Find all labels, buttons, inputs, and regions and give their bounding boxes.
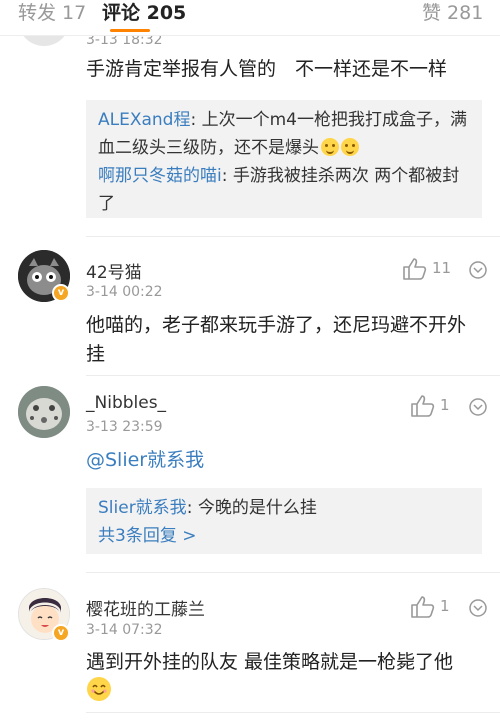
reply-box[interactable]: ALEXand程: 上次一个m4一枪把我打成盒子，满血二级头三级防，还不是爆头 … [86, 100, 482, 218]
reply-box[interactable]: Slier就系我: 今晚的是什么挂 共3条回复 > [86, 488, 482, 554]
reply-item: 啊那只冬菇的喵i: 手游我被挂杀两次 两个都被封了 [98, 162, 470, 218]
username[interactable]: _Nibbles_ [86, 393, 166, 413]
more-icon[interactable] [468, 598, 488, 618]
reply-author[interactable]: ALEXand程 [98, 110, 190, 130]
comment-text: 遇到开外挂的队友 最佳策略就是一枪毙了他 [86, 648, 482, 677]
comment-text: 手游肯定举报有人管的 不一样还是不一样 [86, 58, 448, 80]
divider [86, 572, 500, 573]
like-icon[interactable] [410, 394, 436, 418]
more-icon[interactable] [468, 397, 488, 417]
comment-time: 3-14 07:32 [86, 622, 163, 638]
more-icon[interactable] [468, 260, 488, 280]
comment-text: 他喵的，老子都来玩手游了，还尼玛避不开外挂 [86, 314, 467, 365]
comment-text-content: 遇到开外挂的队友 最佳策略就是一枪毙了他 [86, 651, 454, 673]
view-replies-link[interactable]: 共3条回复 > [98, 522, 470, 550]
divider [86, 712, 500, 713]
vip-badge-icon: v [52, 284, 70, 302]
like-count: 1 [440, 396, 450, 414]
reply-author[interactable]: Slier就系我 [98, 498, 187, 518]
snow-leopard-avatar-icon [18, 386, 70, 438]
divider [86, 236, 500, 237]
comment-tabs: 转发 17 评论 205 赞 281 [0, 0, 500, 36]
divider [86, 375, 500, 376]
tab-repost[interactable]: 转发 17 [18, 1, 86, 25]
laugh-cry-emoji-icon [341, 138, 359, 156]
reply-item: Slier就系我: 今晚的是什么挂 [98, 494, 470, 522]
reply-author[interactable]: 啊那只冬菇的喵i [98, 166, 222, 186]
comment-time: 3-14 00:22 [86, 284, 163, 300]
reply-item: ALEXand程: 上次一个m4一枪把我打成盒子，满血二级头三级防，还不是爆头 [98, 106, 470, 162]
vip-badge-icon: v [52, 624, 70, 642]
username[interactable]: 42号猫 [86, 258, 142, 283]
reply-text: : 今晚的是什么挂 [186, 498, 317, 518]
comment-mention[interactable]: @Slier就系我 [86, 446, 482, 475]
tab-likes[interactable]: 赞 281 [422, 1, 483, 25]
laugh-cry-emoji-icon [321, 138, 339, 156]
tab-comments[interactable]: 评论 205 [102, 1, 186, 25]
active-tab-indicator [110, 29, 150, 32]
like-icon[interactable] [402, 257, 428, 281]
like-count: 1 [440, 597, 450, 615]
smile-emoji-icon [87, 677, 111, 701]
avatar[interactable] [18, 386, 70, 438]
like-icon[interactable] [410, 595, 436, 619]
username[interactable]: 樱花班的工藤兰 [86, 595, 205, 620]
like-count: 11 [432, 259, 452, 277]
comment-time: 3-13 23:59 [86, 419, 163, 435]
